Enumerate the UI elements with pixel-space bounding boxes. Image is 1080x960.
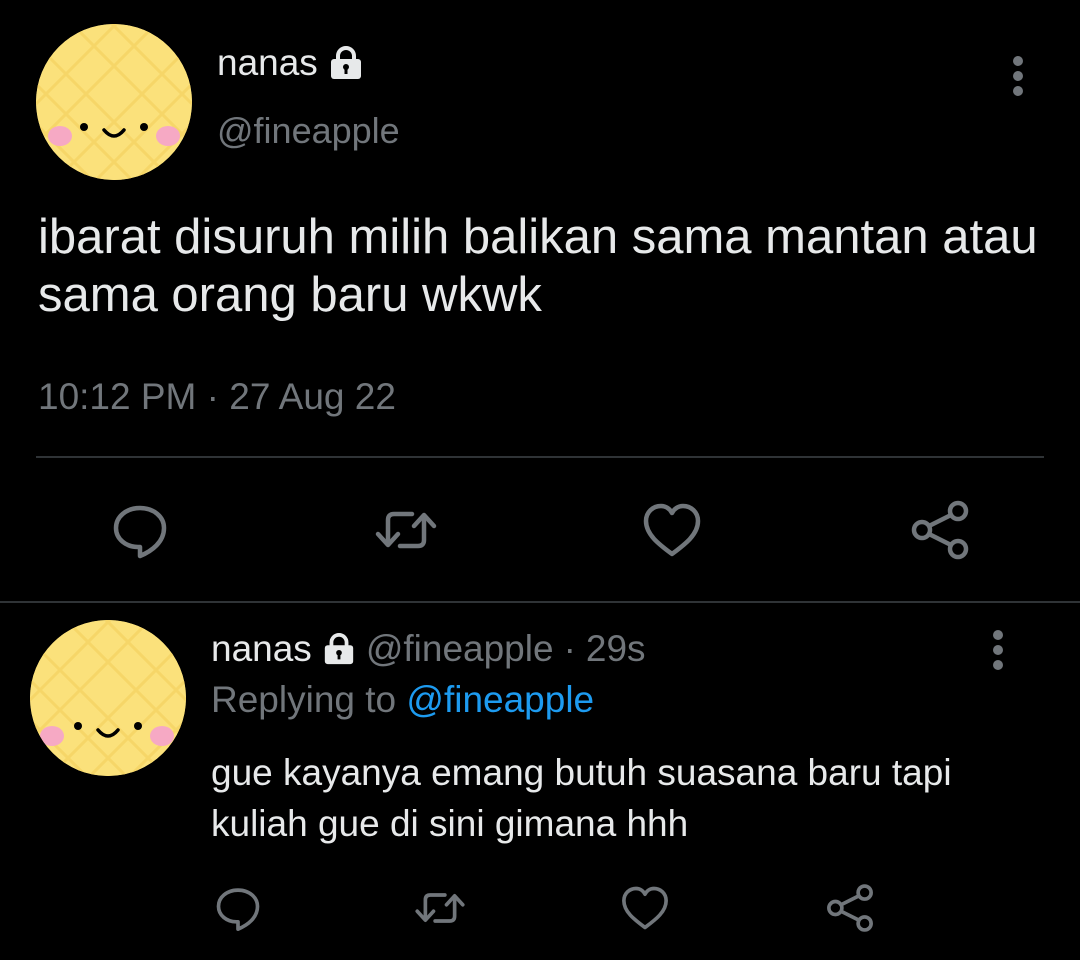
reply-share-button[interactable] xyxy=(824,882,876,934)
replying-mention-link[interactable]: @fineapple xyxy=(406,679,594,720)
pineapple-avatar-icon xyxy=(30,620,186,776)
reply-icon xyxy=(216,888,260,931)
replying-prefix: Replying to xyxy=(211,679,397,720)
pineapple-avatar-icon xyxy=(36,24,192,180)
reply-icon xyxy=(113,505,167,559)
reply-more-options-button[interactable] xyxy=(978,628,1018,672)
divider xyxy=(0,601,1080,603)
tweet-timestamp[interactable]: 10:12 PM · 27 Aug 22 xyxy=(38,373,396,421)
reply-button[interactable] xyxy=(108,498,172,562)
more-vertical-icon xyxy=(1013,56,1023,96)
tweet-text: ibarat disuruh milih balikan sama mantan… xyxy=(38,210,1038,322)
share-icon xyxy=(911,500,969,560)
more-vertical-icon xyxy=(993,630,1003,670)
share-button[interactable] xyxy=(908,498,972,562)
divider xyxy=(36,456,1044,458)
reply-display-name[interactable]: nanas xyxy=(211,626,312,672)
reply-retweet-button[interactable] xyxy=(414,882,466,934)
separator-dot: · xyxy=(563,628,576,669)
reply-time[interactable]: 29s xyxy=(586,626,646,672)
retweet-icon xyxy=(415,893,465,923)
reply-like-button[interactable] xyxy=(619,882,671,934)
more-options-button[interactable] xyxy=(998,54,1038,98)
lock-icon xyxy=(330,46,361,79)
replying-to-line: Replying to @fineapple xyxy=(211,677,594,723)
avatar[interactable] xyxy=(36,24,192,180)
share-icon xyxy=(827,884,873,932)
retweet-icon xyxy=(375,511,437,549)
retweet-button[interactable] xyxy=(374,498,438,562)
heart-icon xyxy=(643,503,701,557)
reply-avatar[interactable] xyxy=(30,620,186,776)
display-name[interactable]: nanas xyxy=(217,40,364,86)
reply-header: nanas @fineapple · 29s xyxy=(211,626,646,672)
reply-reply-button[interactable] xyxy=(212,882,264,934)
reply-handle[interactable]: @fineapple xyxy=(366,626,554,672)
display-name-text[interactable]: nanas xyxy=(217,40,318,86)
heart-icon xyxy=(622,886,668,930)
reply-text: gue kayanya emang butuh suasana baru tap… xyxy=(211,752,952,844)
lock-icon xyxy=(324,633,353,665)
handle[interactable]: @fineapple xyxy=(217,108,400,154)
like-button[interactable] xyxy=(640,498,704,562)
